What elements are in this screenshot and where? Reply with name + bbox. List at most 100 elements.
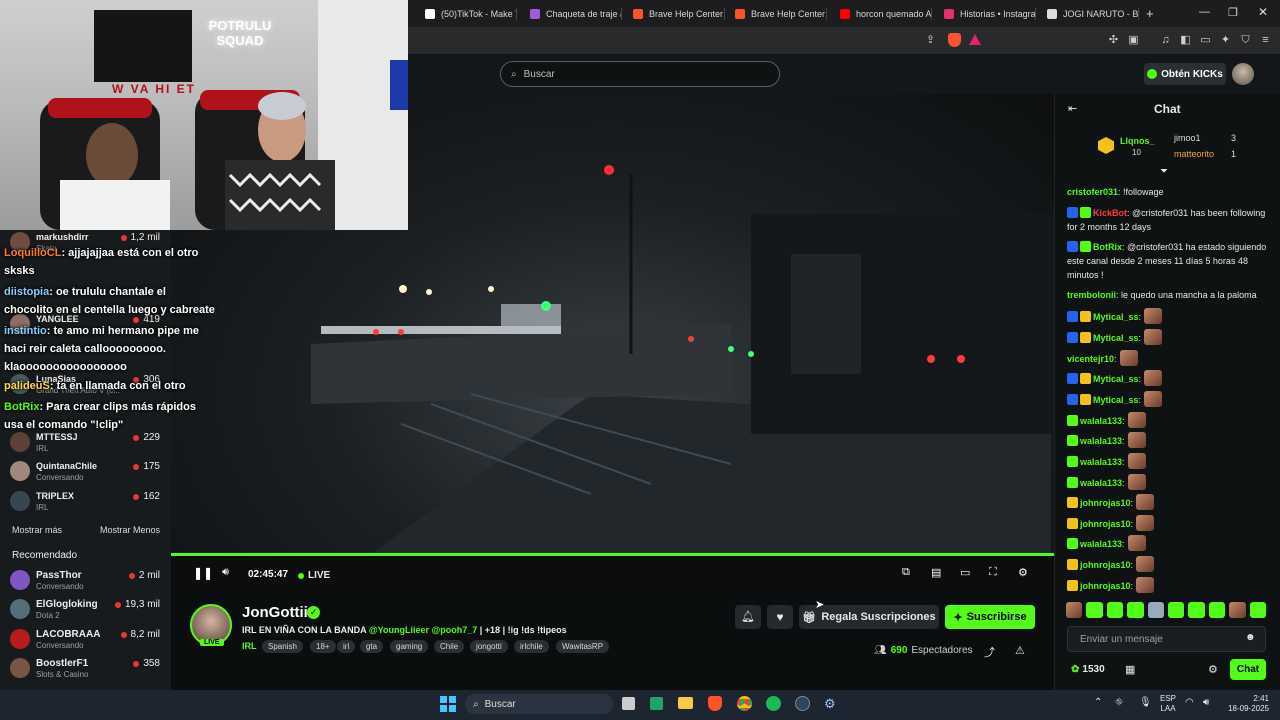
chrome-icon[interactable] xyxy=(737,696,752,711)
report-icon[interactable]: ⚠ xyxy=(1015,644,1025,657)
sidebar-channel[interactable]: QuintanaChile Conversando 175 xyxy=(10,459,160,485)
new-tab-button[interactable]: + xyxy=(1146,6,1154,21)
notifications-button[interactable]: 🔔︎ xyxy=(735,605,761,629)
recommended-channel[interactable]: BoostlerF1 Slots & Casino 358 xyxy=(10,656,160,682)
network-icon[interactable]: ⛗ xyxy=(1115,697,1123,708)
subscribe-button[interactable]: ✦ Suscribirse xyxy=(945,605,1035,629)
chat-username[interactable]: KickBot xyxy=(1093,208,1127,218)
chat-username[interactable]: cristofer031 xyxy=(1067,187,1118,197)
show-less-link[interactable]: Mostrar Menos xyxy=(100,525,160,535)
sidebar-toggle-icon[interactable]: ◧ xyxy=(1179,34,1192,47)
minimize-icon[interactable]: — xyxy=(1199,6,1210,18)
clip-icon[interactable]: ▤ xyxy=(931,566,941,579)
steam-icon[interactable] xyxy=(795,696,810,711)
emote-icon[interactable] xyxy=(1066,602,1083,618)
wifi-icon[interactable]: ◠ xyxy=(1185,697,1194,708)
user-avatar[interactable] xyxy=(1232,63,1254,85)
stream-tag[interactable]: gaming xyxy=(390,640,429,653)
emote-icon[interactable] xyxy=(1229,602,1246,618)
browser-tab[interactable]: Brave Help Center xyxy=(625,3,725,25)
volume-tray-icon[interactable]: 🔊︎ xyxy=(1203,697,1209,708)
stream-tag[interactable]: Spanish xyxy=(262,640,303,653)
recommended-channel[interactable]: LACOBRAAA Conversando 8,2 mil xyxy=(10,627,160,653)
settings-icon[interactable]: ⚙ xyxy=(1018,566,1028,579)
browser-tab[interactable]: Chaqueta de traje a xyxy=(522,3,622,25)
spotify-icon[interactable] xyxy=(766,696,781,711)
filter-icon[interactable]: ⏷ xyxy=(1160,166,1168,177)
chat-username[interactable]: johnrojas10 xyxy=(1080,519,1131,529)
taskbar-search[interactable]: ⌕ Buscar xyxy=(465,694,613,714)
windows-start-icon[interactable] xyxy=(440,696,456,712)
sidebar-channel[interactable]: TRIPLEX IRL 162 xyxy=(10,489,160,515)
emote-icon[interactable] xyxy=(1168,602,1185,618)
emote-icon[interactable] xyxy=(1086,602,1103,618)
chat-username[interactable]: Mytical_ss xyxy=(1093,312,1139,322)
stream-tag[interactable]: gta xyxy=(360,640,384,653)
emote-icon[interactable] xyxy=(1249,602,1267,618)
chat-username[interactable]: johnrojas10 xyxy=(1080,581,1131,591)
emote-icon[interactable] xyxy=(1106,602,1124,618)
close-window-icon[interactable]: ✕ xyxy=(1258,5,1268,19)
recommended-channel[interactable]: PassThor Conversando 2 mil xyxy=(10,568,160,594)
theater-mode-icon[interactable]: ▭ xyxy=(960,566,970,579)
chat-settings-icon[interactable]: ⚙ xyxy=(1208,663,1218,676)
chat-username[interactable]: Mytical_ss xyxy=(1093,395,1139,405)
browser-tab[interactable]: Historias • Instagra xyxy=(936,3,1036,25)
mic-icon[interactable]: 🎙︎ xyxy=(1139,697,1152,708)
language-indicator[interactable]: ESP LAA xyxy=(1160,694,1176,714)
app-icon-green[interactable] xyxy=(650,697,663,710)
settings-app-icon[interactable]: ⚙ xyxy=(824,696,836,712)
leo-ai-icon[interactable]: ✦ xyxy=(1219,34,1232,47)
chat-input[interactable]: Enviar un mensaje xyxy=(1067,626,1266,652)
collapse-chat-icon[interactable]: ⇤ xyxy=(1068,102,1077,115)
maximize-icon[interactable]: ❐ xyxy=(1228,6,1238,19)
emote-icon[interactable] xyxy=(1208,602,1226,618)
tray-chevron-icon[interactable]: ⌃ xyxy=(1094,697,1102,708)
chat-username[interactable]: walala133 xyxy=(1080,416,1122,426)
stream-tag[interactable]: 18+ xyxy=(310,640,336,653)
brave-rewards-icon[interactable] xyxy=(969,34,981,45)
streamer-name[interactable]: JonGottii xyxy=(242,604,308,621)
task-view-icon[interactable] xyxy=(622,697,635,710)
pause-icon[interactable]: ❚❚ xyxy=(193,566,213,580)
fullscreen-icon[interactable]: ⛶ xyxy=(989,566,997,579)
recommended-channel[interactable]: ElGlogloking Dota 2 19,3 mil xyxy=(10,597,160,623)
brave-shields-icon[interactable] xyxy=(948,33,961,47)
vpn-icon[interactable]: ⛉ xyxy=(1239,34,1252,47)
emoji-picker-icon[interactable]: ☻ xyxy=(1245,632,1256,643)
browser-tab[interactable]: Brave Help Center xyxy=(727,3,827,25)
chat-username[interactable]: Mytical_ss xyxy=(1093,333,1139,343)
browser-tab[interactable]: (50)TikTok - Make Y xyxy=(417,3,517,25)
get-kicks-button[interactable]: Obtén KICKs xyxy=(1144,63,1226,85)
chat-username[interactable]: vicentejr10 xyxy=(1067,354,1114,364)
stream-tag[interactable]: jongotti xyxy=(470,640,508,653)
browser-tab[interactable]: JOGI NARUTO - Bus xyxy=(1039,3,1139,25)
stream-tag[interactable]: Chile xyxy=(434,640,465,653)
chat-username[interactable]: BotRix xyxy=(1093,242,1122,252)
stream-tag[interactable]: irlchile xyxy=(514,640,549,653)
share-stream-icon[interactable]: ⤴ xyxy=(984,644,995,660)
live-indicator[interactable]: LIVE xyxy=(298,570,330,581)
stream-title-mentions[interactable]: @YoungLiieer @pooh7_7 xyxy=(369,625,477,635)
chat-username[interactable]: walala133 xyxy=(1080,457,1122,467)
search-input[interactable]: ⌕ Buscar xyxy=(500,61,780,87)
brave-taskbar-icon[interactable] xyxy=(708,696,722,711)
chat-username[interactable]: Mytical_ss xyxy=(1093,374,1139,384)
picture-in-picture-icon[interactable]: ⧉ xyxy=(902,566,910,579)
screenshot-icon[interactable]: ▣ xyxy=(1127,34,1140,47)
chat-username[interactable]: walala133 xyxy=(1080,478,1122,488)
send-chat-button[interactable]: Chat xyxy=(1230,659,1266,680)
chat-username[interactable]: johnrojas10 xyxy=(1080,560,1131,570)
stream-tag[interactable]: WawitasRP xyxy=(556,640,610,653)
show-more-link[interactable]: Mostrar más xyxy=(12,525,62,535)
channel-points[interactable]: ✿ 1530 xyxy=(1071,664,1105,675)
wallet-icon[interactable]: ▭ xyxy=(1199,34,1212,47)
volume-icon[interactable]: 🔊︎ xyxy=(222,566,229,579)
extensions-icon[interactable]: ✣ xyxy=(1107,34,1120,47)
predictions-icon[interactable]: ▦ xyxy=(1125,663,1135,676)
browser-tab[interactable]: horcon quemado A xyxy=(832,3,932,25)
chat-username[interactable]: johnrojas10 xyxy=(1080,498,1131,508)
follow-heart-button[interactable]: ♥ xyxy=(767,605,793,629)
chat-username[interactable]: trembolonii xyxy=(1067,290,1116,300)
category-link[interactable]: IRL xyxy=(242,641,257,651)
